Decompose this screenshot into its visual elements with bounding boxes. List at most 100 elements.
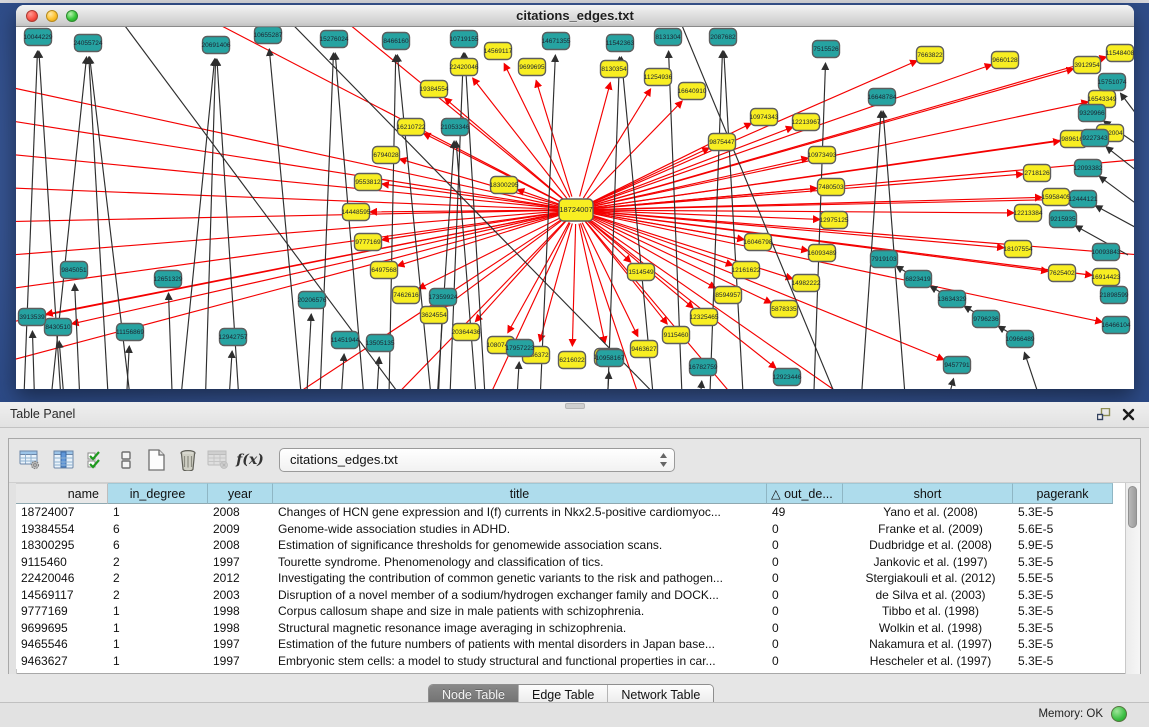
column-header-pagerank[interactable]: pagerank xyxy=(1013,483,1113,504)
graph-node[interactable]: 24055724 xyxy=(74,35,103,52)
graph-node[interactable]: 12213967 xyxy=(792,114,821,131)
table-cell[interactable]: 2009 xyxy=(208,521,273,538)
table-cell[interactable]: Tibbo et al. (1998) xyxy=(843,603,1013,620)
graph-node[interactable]: 6823419 xyxy=(905,271,932,288)
table-cell[interactable]: 18724007 xyxy=(16,504,108,521)
graph-node[interactable]: 9115460 xyxy=(663,327,690,344)
table-cell[interactable]: 2 xyxy=(108,587,208,604)
graph-node[interactable]: 8131304 xyxy=(655,29,682,46)
column-header-in_degree[interactable]: in_degree xyxy=(108,483,208,504)
table-row[interactable]: 946554611997Estimation of the future num… xyxy=(16,636,1113,653)
table-cell[interactable]: 2008 xyxy=(208,537,273,554)
table-cell[interactable]: Hescheler et al. (1997) xyxy=(843,653,1013,670)
table-cell[interactable]: 18300295 xyxy=(16,537,108,554)
graph-node[interactable]: 9777169 xyxy=(355,234,382,251)
graph-node[interactable]: 10044229 xyxy=(24,29,53,46)
graph-node[interactable]: 10958167 xyxy=(596,350,625,367)
table-cell[interactable]: Tourette syndrome. Phenomenology and cla… xyxy=(273,554,767,571)
column-header-out_de[interactable]: △ out_de... xyxy=(767,483,843,504)
graph-node[interactable]: 10966489 xyxy=(1006,331,1035,348)
network-window-titlebar[interactable]: citations_edges.txt xyxy=(16,5,1134,27)
table-cell[interactable]: 1 xyxy=(108,504,208,521)
table-cell[interactable]: 2003 xyxy=(208,587,273,604)
table-cell[interactable]: Nakamura et al. (1997) xyxy=(843,636,1013,653)
table-cell[interactable]: 5.3E-5 xyxy=(1013,653,1113,670)
column-header-year[interactable]: year xyxy=(208,483,273,504)
hub-node[interactable]: 18724007 xyxy=(559,199,593,221)
graph-node[interactable]: 15751074 xyxy=(1098,74,1127,91)
graph-node[interactable]: 9875447 xyxy=(709,134,736,151)
graph-node[interactable]: 19384554 xyxy=(420,81,449,98)
graph-node[interactable]: 20691406 xyxy=(202,37,231,54)
table-settings-icon[interactable] xyxy=(17,447,43,473)
delete-table-icon[interactable] xyxy=(205,447,231,473)
close-icon[interactable] xyxy=(1122,408,1135,421)
float-window-icon[interactable] xyxy=(1097,408,1111,421)
graph-node[interactable]: 3913539 xyxy=(19,309,46,326)
table-cell[interactable]: Estimation of significance thresholds fo… xyxy=(273,537,767,554)
graph-node[interactable]: 6794028 xyxy=(373,147,400,164)
table-row[interactable]: 1830029562008Estimation of significance … xyxy=(16,537,1113,554)
table-cell[interactable]: 5.3E-5 xyxy=(1013,587,1113,604)
citation-network-graph[interactable]: 1872400716210722679402895538121444859597… xyxy=(16,27,1134,389)
graph-node[interactable]: 16648784 xyxy=(868,89,897,106)
graph-node[interactable]: 12651329 xyxy=(154,271,183,288)
table-cell[interactable]: 19384554 xyxy=(16,521,108,538)
table-cell[interactable]: Changes of HCN gene expression and I(f) … xyxy=(273,504,767,521)
delete-column-icon[interactable] xyxy=(175,447,201,473)
graph-node[interactable]: 16046798 xyxy=(744,234,773,251)
table-cell[interactable]: 0 xyxy=(767,653,843,670)
table-cell[interactable]: 0 xyxy=(767,537,843,554)
graph-node[interactable]: 9845051 xyxy=(61,262,88,279)
graph-node[interactable]: 1514549 xyxy=(628,264,655,281)
graph-node[interactable]: 6497568 xyxy=(371,262,398,279)
table-cell[interactable]: 9115460 xyxy=(16,554,108,571)
graph-node[interactable]: 9660128 xyxy=(992,52,1019,69)
column-checklist-icon[interactable] xyxy=(83,447,109,473)
table-cell[interactable]: 1997 xyxy=(208,554,273,571)
graph-node[interactable]: 14569117 xyxy=(484,43,513,60)
graph-node[interactable]: 16782759 xyxy=(689,359,718,376)
table-cell[interactable]: Stergiakouli et al. (2012) xyxy=(843,570,1013,587)
graph-node[interactable]: 12923446 xyxy=(773,369,802,386)
graph-node[interactable]: 3912954 xyxy=(1074,57,1101,74)
column-header-title[interactable]: title xyxy=(273,483,767,504)
graph-node[interactable]: 14982222 xyxy=(792,275,821,292)
table-cell[interactable]: 9699695 xyxy=(16,620,108,637)
graph-node[interactable]: 12161622 xyxy=(732,262,761,279)
table-cell[interactable]: 1997 xyxy=(208,636,273,653)
graph-node[interactable]: 17957223 xyxy=(506,340,535,357)
graph-node[interactable]: 12213384 xyxy=(1014,205,1043,222)
table-cell[interactable]: Franke et al. (2009) xyxy=(843,521,1013,538)
table-row[interactable]: 2242004622012Investigating the contribut… xyxy=(16,570,1113,587)
table-cell[interactable]: 1 xyxy=(108,603,208,620)
graph-node[interactable]: 7625402 xyxy=(1049,265,1076,282)
column-header-short[interactable]: short xyxy=(843,483,1013,504)
graph-node[interactable]: 8130354 xyxy=(601,61,628,78)
graph-node[interactable]: 10973493 xyxy=(808,147,837,164)
table-row[interactable]: 946362711997Embryonic stem cells: a mode… xyxy=(16,653,1113,670)
graph-node[interactable]: 9463627 xyxy=(631,341,658,358)
graph-node[interactable]: 14448595 xyxy=(342,204,371,221)
table-cell[interactable]: 0 xyxy=(767,636,843,653)
graph-node[interactable]: 7663822 xyxy=(917,47,944,64)
graph-node[interactable]: 11156869 xyxy=(116,324,144,341)
graph-node[interactable]: 16210722 xyxy=(397,119,426,136)
graph-node[interactable]: 9457791 xyxy=(944,357,971,374)
network-window[interactable]: citations_edges.txt 18724007 16210722 6794… xyxy=(16,5,1134,389)
table-cell[interactable]: de Silva et al. (2003) xyxy=(843,587,1013,604)
graph-node[interactable]: 16466104 xyxy=(1102,317,1131,334)
graph-node[interactable]: 11542363 xyxy=(606,35,635,52)
memory-status-indicator[interactable] xyxy=(1111,706,1127,722)
table-cell[interactable]: 1 xyxy=(108,620,208,637)
table-selector-dropdown[interactable]: citations_edges.txt xyxy=(279,448,675,472)
graph-node[interactable]: 16093489 xyxy=(808,245,837,262)
graph-node[interactable]: 9699695 xyxy=(519,59,546,76)
table-cell[interactable]: 14569117 xyxy=(16,587,108,604)
table-cell[interactable]: 1 xyxy=(108,653,208,670)
table-cell[interactable]: 5.3E-5 xyxy=(1013,603,1113,620)
table-cell[interactable]: 9777169 xyxy=(16,603,108,620)
graph-node[interactable]: 10974343 xyxy=(750,109,779,126)
graph-node[interactable]: 12444121 xyxy=(1069,191,1098,208)
graph-node[interactable]: 8430510 xyxy=(45,319,72,336)
